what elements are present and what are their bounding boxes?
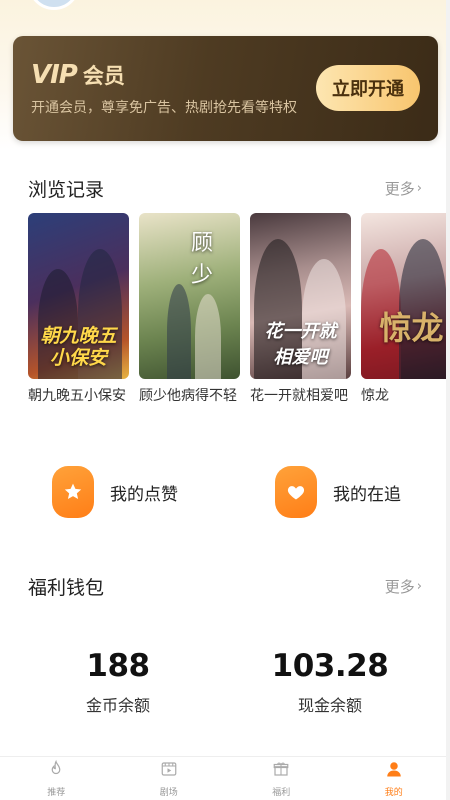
- history-item[interactable]: 顾少 顾少他病得不轻: [139, 213, 240, 405]
- poster-title: 朝九晚五小保安: [40, 325, 117, 369]
- cash-balance[interactable]: 103.28 现金余额: [250, 648, 410, 716]
- poster-title: 顾少: [191, 231, 214, 288]
- history-item-caption: 朝九晚五小保安: [28, 388, 126, 404]
- vip-member-label: 会员: [82, 64, 125, 88]
- tab-theater[interactable]: 剧场: [113, 757, 226, 800]
- history-item[interactable]: 朝九晚五小保安 朝九晚五小保安: [28, 213, 129, 405]
- poster-title: 花一开就相爱吧: [264, 321, 337, 368]
- scrollbar-track: [446, 0, 450, 800]
- tab-recommend[interactable]: 推荐: [0, 757, 113, 800]
- flame-icon: [47, 759, 65, 783]
- history-item[interactable]: 惊龙 惊龙: [361, 213, 450, 405]
- history-item-caption: 顾少他病得不轻: [139, 388, 237, 404]
- user-icon: [385, 759, 403, 783]
- heart-icon: [275, 466, 317, 518]
- wallet-more-link[interactable]: 更多 ›: [385, 576, 422, 597]
- history-item[interactable]: 花一开就相爱吧 花一开就相爱吧: [250, 213, 351, 405]
- cash-balance-value: 103.28: [271, 648, 389, 684]
- star-icon: [52, 466, 94, 518]
- history-item-caption: 惊龙: [361, 388, 389, 404]
- tab-recommend-label: 推荐: [47, 788, 66, 798]
- my-following-button[interactable]: 我的在追: [275, 466, 401, 518]
- cash-balance-label: 现金余额: [297, 696, 362, 715]
- wallet-header: 福利钱包 更多 ›: [28, 573, 422, 600]
- wallet-more-label: 更多: [384, 578, 415, 596]
- chevron-right-icon: ›: [416, 181, 422, 196]
- history-title: 浏览记录: [28, 179, 105, 201]
- bottom-tab-bar: 推荐 剧场 福利 我的: [0, 756, 450, 800]
- poster-image: 朝九晚五小保安: [28, 213, 129, 379]
- tab-mine[interactable]: 我的: [338, 757, 450, 800]
- poster-image: 顾少: [139, 213, 240, 379]
- vip-banner[interactable]: VIP 会员 开通会员，尊享免广告、热剧抢先看等特权 立即开通: [13, 36, 438, 141]
- poster-title: 惊龙: [379, 309, 444, 347]
- poster-image: 花一开就相爱吧: [250, 213, 351, 379]
- tab-theater-label: 剧场: [159, 788, 178, 798]
- history-more-link[interactable]: 更多 ›: [385, 178, 422, 199]
- history-header: 浏览记录 更多 ›: [28, 175, 422, 202]
- tab-welfare-label: 福利: [272, 788, 291, 798]
- history-more-label: 更多: [384, 180, 415, 198]
- vip-title: VIP 会员: [31, 60, 125, 90]
- vip-open-button[interactable]: 立即开通: [316, 65, 420, 111]
- history-list[interactable]: 朝九晚五小保安 朝九晚五小保安 顾少 顾少他病得不轻 花一开就相爱吧 花一开就相…: [28, 213, 450, 413]
- coin-balance-value: 188: [86, 648, 150, 684]
- my-likes-label: 我的点赞: [110, 484, 178, 505]
- vip-description: 开通会员，尊享免广告、热剧抢先看等特权: [31, 100, 297, 116]
- film-icon: [160, 759, 178, 783]
- tab-mine-label: 我的: [384, 788, 403, 798]
- coin-balance[interactable]: 188 金币余额: [38, 648, 198, 716]
- vip-logo: VIP: [31, 60, 78, 90]
- tab-welfare[interactable]: 福利: [225, 757, 338, 800]
- history-item-caption: 花一开就相爱吧: [250, 388, 348, 404]
- my-likes-button[interactable]: 我的点赞: [52, 466, 178, 518]
- wallet-title: 福利钱包: [28, 577, 105, 599]
- my-following-label: 我的在追: [333, 484, 401, 505]
- gift-icon: [272, 759, 290, 783]
- poster-image: 惊龙: [361, 213, 450, 379]
- coin-balance-label: 金币余额: [85, 696, 150, 715]
- chevron-right-icon: ›: [416, 579, 422, 594]
